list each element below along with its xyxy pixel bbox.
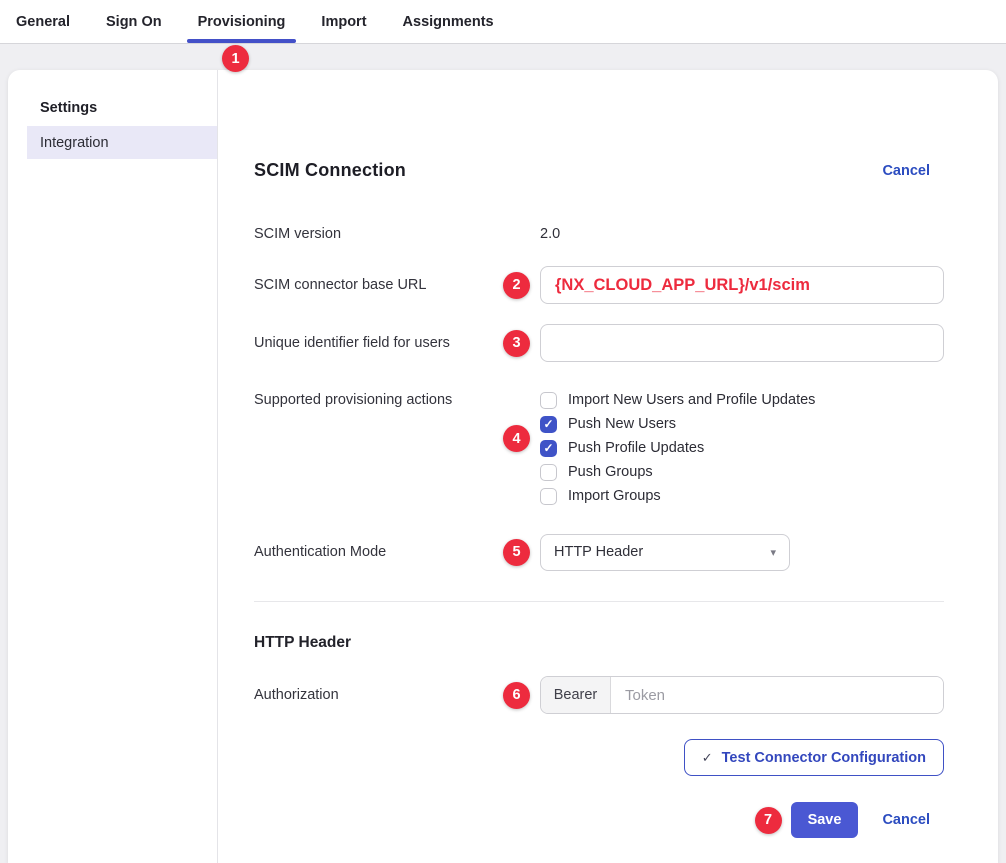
authorization-input-group: Bearer — [540, 676, 944, 714]
cancel-link-top[interactable]: Cancel — [882, 163, 930, 179]
scim-connection-panel: SCIM Connection Cancel SCIM version 2.0 … — [218, 70, 998, 863]
base-url-input[interactable] — [540, 266, 944, 304]
test-connector-button[interactable]: ✓ Test Connector Configuration — [684, 739, 944, 776]
tab-import[interactable]: Import — [321, 0, 366, 43]
step-badge-1: 1 — [222, 45, 249, 72]
app-tab-bar: General Sign On Provisioning Import Assi… — [0, 0, 1006, 44]
scim-version-label: SCIM version — [254, 226, 503, 242]
provisioning-card: Settings Integration SCIM Connection Can… — [8, 70, 998, 863]
scim-version-value: 2.0 — [540, 226, 560, 242]
auth-mode-label: Authentication Mode — [254, 544, 503, 560]
tab-assignments[interactable]: Assignments — [403, 0, 494, 43]
checkbox-icon[interactable]: ✓ — [540, 392, 557, 409]
check-icon: ✓ — [702, 750, 713, 766]
chevron-down-icon: ▾ — [770, 546, 776, 559]
provisioning-actions-row: Supported provisioning actions 4 ✓ Impor… — [254, 388, 944, 508]
action-push-profile-updates[interactable]: ✓ Push Profile Updates — [540, 436, 815, 460]
sidebar-heading: Settings — [40, 100, 217, 116]
auth-mode-select[interactable]: HTTP Header ▾ — [540, 534, 790, 571]
page-title: SCIM Connection — [254, 160, 406, 181]
token-input[interactable] — [611, 677, 943, 713]
scim-version-row: SCIM version 2.0 — [254, 222, 944, 246]
unique-id-row: Unique identifier field for users 3 — [254, 324, 944, 362]
bearer-prefix: Bearer — [541, 677, 611, 713]
cancel-link-bottom[interactable]: Cancel — [882, 812, 930, 828]
save-button[interactable]: Save — [791, 802, 859, 838]
auth-mode-row: Authentication Mode 5 HTTP Header ▾ — [254, 533, 944, 571]
tab-general[interactable]: General — [16, 0, 70, 43]
action-push-new-users[interactable]: ✓ Push New Users — [540, 412, 815, 436]
provisioning-actions-label: Supported provisioning actions — [254, 388, 503, 408]
authorization-label: Authorization — [254, 687, 503, 703]
http-header-section-title: HTTP Header — [254, 634, 944, 652]
step-badge-3: 3 — [503, 330, 530, 357]
unique-id-label: Unique identifier field for users — [254, 335, 503, 351]
checkbox-icon[interactable]: ✓ — [540, 488, 557, 505]
step-badge-7: 7 — [755, 807, 782, 834]
auth-mode-value: HTTP Header — [554, 544, 643, 560]
checkbox-icon[interactable]: ✓ — [540, 464, 557, 481]
sidebar-item-label: Integration — [40, 135, 109, 151]
step-badge-2: 2 — [503, 272, 530, 299]
provisioning-actions-list: ✓ Import New Users and Profile Updates ✓… — [540, 388, 815, 508]
authorization-row: Authorization 6 Bearer — [254, 676, 944, 714]
tab-provisioning[interactable]: Provisioning — [198, 0, 286, 43]
tab-sign-on[interactable]: Sign On — [106, 0, 162, 43]
action-import-groups[interactable]: ✓ Import Groups — [540, 484, 815, 508]
checkbox-icon[interactable]: ✓ — [540, 440, 557, 457]
step-badge-4: 4 — [503, 425, 530, 452]
settings-sidebar: Settings Integration — [8, 70, 218, 863]
base-url-row: SCIM connector base URL 2 — [254, 266, 944, 304]
base-url-label: SCIM connector base URL — [254, 277, 503, 293]
checkbox-icon[interactable]: ✓ — [540, 416, 557, 433]
action-import-new-users[interactable]: ✓ Import New Users and Profile Updates — [540, 388, 815, 412]
unique-id-input[interactable] — [540, 324, 944, 362]
sidebar-item-integration[interactable]: Integration — [27, 126, 217, 159]
step-badge-5: 5 — [503, 539, 530, 566]
section-divider — [254, 601, 944, 602]
step-badge-6: 6 — [503, 682, 530, 709]
action-push-groups[interactable]: ✓ Push Groups — [540, 460, 815, 484]
